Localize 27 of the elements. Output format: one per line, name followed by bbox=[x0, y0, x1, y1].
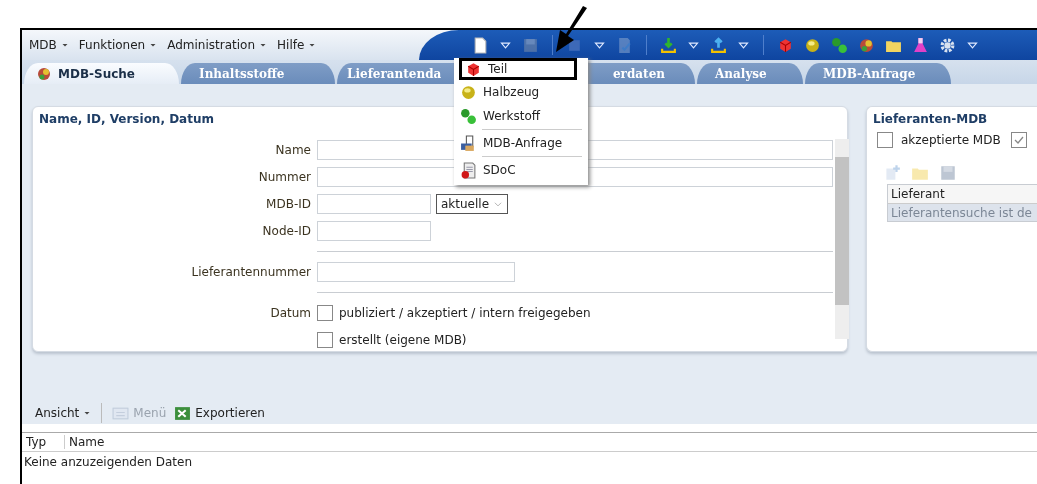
column-header[interactable]: Typ bbox=[22, 435, 65, 449]
panel-title: Lieferanten-MDB bbox=[872, 111, 989, 128]
field-label: MDB-ID bbox=[265, 196, 312, 211]
column-header[interactable]: Name bbox=[65, 435, 109, 449]
menu-button[interactable]: MDB bbox=[29, 38, 69, 52]
checkbox-label: publiziert / akzeptiert / intern freigegeben bbox=[339, 305, 591, 320]
menu-button[interactable]: Funktionen bbox=[78, 38, 158, 52]
table-row: Lieferantensuche ist de bbox=[888, 204, 1037, 221]
field-label: Lieferantennummer bbox=[190, 264, 312, 279]
menu-item[interactable]: SDoC bbox=[454, 158, 588, 182]
dropdown[interactable]: aktuelle bbox=[436, 193, 509, 214]
toolbar-button[interactable]: Exportieren bbox=[174, 404, 265, 422]
menu-button[interactable]: Administration bbox=[167, 38, 268, 52]
empty-message: Keine anzuzeigenden Daten bbox=[23, 454, 193, 471]
field-label: Node-ID bbox=[261, 223, 312, 238]
field-label: Name bbox=[274, 142, 312, 157]
menu-item[interactable]: Teil bbox=[459, 58, 577, 80]
field-label: Nummer bbox=[257, 169, 312, 184]
menu-item[interactable]: MDB-Anfrage bbox=[454, 131, 588, 155]
field-label: Datum bbox=[269, 305, 312, 320]
menu-button[interactable]: Ansicht bbox=[35, 406, 92, 420]
checkbox-label: akzeptierte MDB bbox=[901, 133, 1001, 147]
panel-title: Name, ID, Version, Datum bbox=[38, 111, 215, 128]
menu-item[interactable]: Werkstoff bbox=[454, 104, 588, 128]
checkbox-label: erstellt (eigene MDB) bbox=[339, 332, 467, 347]
tab[interactable]: MDB-Suche bbox=[24, 63, 179, 84]
menu-button[interactable]: Hilfe bbox=[277, 38, 317, 52]
